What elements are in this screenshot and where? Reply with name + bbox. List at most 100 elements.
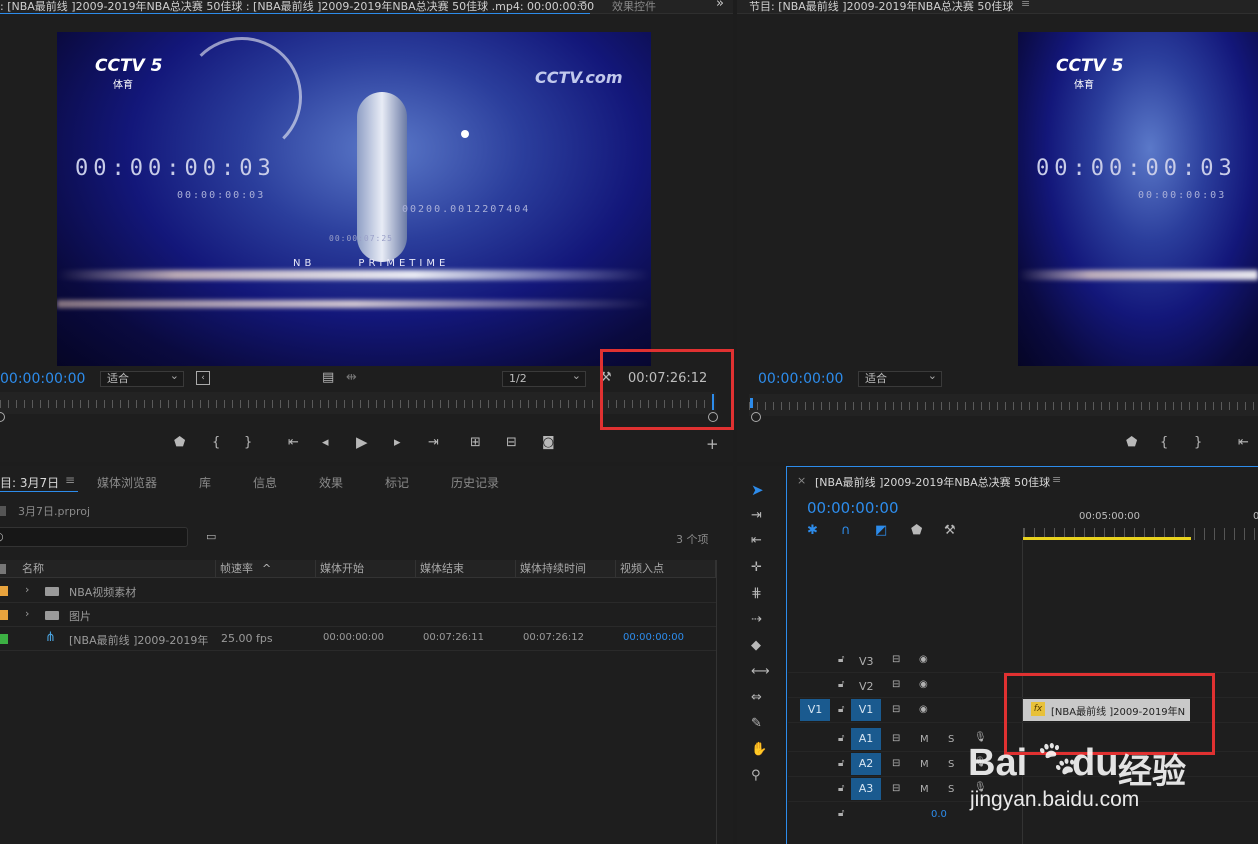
program-fit-select[interactable]: 适合	[858, 369, 942, 387]
track-select-tool-icon[interactable]: ⇥	[751, 508, 762, 524]
go-to-out-icon[interactable]: ⇥	[428, 435, 439, 451]
pen-tool-icon[interactable]: ✎	[751, 716, 762, 732]
program-timecode[interactable]: 00:00:00:00	[758, 371, 843, 387]
go-to-in-icon[interactable]: ⇤	[288, 435, 299, 451]
source-video-frame[interactable]: CCTV 5 体育 CCTV.com 00:00:00:03 00:00:00:…	[57, 32, 651, 366]
tab-effects[interactable]: 效果	[319, 474, 343, 491]
mark-in-icon[interactable]: {	[212, 435, 220, 451]
sync-lock-icon[interactable]: ⊟	[892, 758, 900, 769]
film-icon[interactable]: ▤	[322, 370, 334, 386]
add-button-icon[interactable]: +	[706, 436, 719, 452]
lock-icon[interactable]: 🔓︎	[838, 808, 844, 819]
nest-icon[interactable]: ✱	[807, 523, 818, 539]
lock-icon[interactable]: 🔓︎	[838, 704, 844, 715]
camera-icon[interactable]: ◙	[542, 435, 555, 451]
timeline-timecode[interactable]: 00:00:00:00	[807, 499, 899, 517]
timeline-menu-icon[interactable]: ≡	[1052, 473, 1061, 486]
step-back-icon[interactable]: ◂	[322, 435, 329, 451]
overwrite-icon[interactable]: ⊟	[506, 435, 517, 451]
source-patch-v1[interactable]: V1	[800, 699, 830, 721]
tab-info[interactable]: 信息	[253, 474, 277, 491]
tab-project[interactable]: 目: 3月7日	[0, 474, 59, 491]
program-monitor-tab[interactable]: 节目: [NBA最前线 ]2009-2019年NBA总决赛 50佳球	[749, 0, 1013, 14]
lock-icon[interactable]: 🔓︎	[838, 758, 844, 769]
program-time-ruler[interactable]	[749, 394, 1258, 416]
step-forward-icon[interactable]: ▸	[394, 435, 401, 451]
mic-icon[interactable]: 🎙︎	[974, 757, 987, 768]
safe-margin-icon[interactable]: ‹	[196, 371, 210, 385]
track-target-v1[interactable]: V1	[851, 699, 881, 721]
hand-tool-icon[interactable]: ✋	[751, 742, 767, 758]
resolution-select[interactable]: 1/2	[502, 369, 586, 387]
eye-icon[interactable]: ◉	[919, 704, 928, 715]
source-timecode[interactable]: 00:00:00:00	[0, 371, 85, 387]
sync-lock-icon[interactable]: ⊟	[892, 783, 900, 794]
track-master[interactable]: 🔓︎ 0.0	[788, 803, 1258, 827]
marker-icon[interactable]: ⬟	[174, 435, 185, 451]
tab-library[interactable]: 库	[199, 474, 211, 491]
solo-button[interactable]: S	[948, 784, 954, 795]
sync-lock-icon[interactable]: ⊟	[892, 654, 900, 665]
mic-icon[interactable]: 🎙︎	[974, 782, 987, 793]
zoom-handle-left[interactable]	[0, 412, 5, 422]
sort-icon[interactable]: ^	[262, 562, 271, 575]
master-volume[interactable]: 0.0	[931, 809, 947, 820]
program-monitor-menu-icon[interactable]: ≡	[1021, 0, 1030, 10]
source-monitor-menu-icon[interactable]: ≡	[578, 0, 587, 10]
tab-effect-controls[interactable]: 效果控件	[612, 0, 656, 14]
column-media-start[interactable]: 媒体开始	[316, 560, 416, 578]
remix-tool-icon[interactable]: ⇢	[751, 612, 762, 628]
column-media-duration[interactable]: 媒体持续时间	[516, 560, 616, 578]
track-a3[interactable]: 🔓︎ A3 ⊟ M S 🎙︎	[788, 778, 1258, 802]
solo-button[interactable]: S	[948, 759, 954, 770]
insert-icon[interactable]: ⊞	[470, 435, 481, 451]
marker-icon[interactable]: ⬟	[1126, 435, 1137, 451]
sync-lock-icon[interactable]: ⊟	[892, 704, 900, 715]
play-icon[interactable]: ▶	[356, 434, 368, 450]
linked-selection-icon[interactable]: ◩	[875, 523, 887, 539]
mic-icon[interactable]: 🎙︎	[974, 732, 987, 743]
selection-tool-icon[interactable]: ➤	[751, 482, 764, 498]
rolling-edit-tool-icon[interactable]: ✛	[751, 560, 762, 576]
slip-tool-icon[interactable]: ⟷	[751, 664, 770, 680]
expand-icon[interactable]: ›	[25, 607, 29, 620]
tab-history[interactable]: 历史记录	[451, 474, 499, 491]
mark-out-icon[interactable]: }	[1194, 435, 1202, 451]
mute-button[interactable]: M	[920, 734, 929, 745]
lock-icon[interactable]: 🔓︎	[838, 733, 844, 744]
list-item[interactable]: › NBA视频素材	[0, 579, 716, 603]
razor-tool-icon[interactable]: ◆	[751, 638, 761, 654]
expand-icon[interactable]: ›	[25, 583, 29, 596]
eye-icon[interactable]: ◉	[919, 679, 928, 690]
source-monitor-tab[interactable]: : [NBA最前线 ]2009-2019年NBA总决赛 50佳球 : [NBA最…	[0, 0, 594, 14]
column-media-end[interactable]: 媒体结束	[416, 560, 516, 578]
rate-stretch-tool-icon[interactable]: ⋕	[751, 586, 762, 602]
ripple-edit-tool-icon[interactable]: ⇤	[751, 533, 762, 549]
lock-icon[interactable]: 🔓︎	[838, 654, 844, 665]
work-area-bar[interactable]	[1023, 537, 1191, 540]
tab-markers[interactable]: 标记	[385, 474, 409, 491]
program-playhead[interactable]	[750, 398, 753, 408]
zoom-tool-icon[interactable]: ⚲	[751, 768, 761, 784]
overflow-icon[interactable]: »	[716, 0, 724, 11]
project-menu-icon[interactable]: ≡	[65, 473, 75, 487]
mark-out-icon[interactable]: }	[244, 435, 252, 451]
mark-in-icon[interactable]: {	[1160, 435, 1168, 451]
add-marker-icon[interactable]: ⬟	[911, 523, 922, 539]
go-to-in-icon[interactable]: ⇤	[1238, 435, 1249, 451]
lock-icon[interactable]: 🔓︎	[838, 783, 844, 794]
audio-waveform-icon[interactable]: ⇹	[346, 370, 357, 386]
sync-lock-icon[interactable]: ⊟	[892, 733, 900, 744]
timeline-settings-icon[interactable]: ⚒	[944, 523, 956, 539]
column-video-in[interactable]: 视频入点	[616, 560, 716, 578]
program-video-frame[interactable]: CCTV 5 体育 00:00:00:03 00:00:00:03	[1018, 32, 1258, 366]
slide-tool-icon[interactable]: ⇔	[751, 690, 762, 706]
snap-icon[interactable]: ∩	[841, 523, 851, 539]
tab-media-browser[interactable]: 媒体浏览器	[97, 474, 157, 491]
track-a2[interactable]: 🔓︎ A2 ⊟ M S 🎙︎	[788, 753, 1258, 777]
mute-button[interactable]: M	[920, 759, 929, 770]
eye-icon[interactable]: ◉	[919, 654, 928, 665]
track-target-a3[interactable]: A3	[851, 778, 881, 800]
lock-icon[interactable]: 🔓︎	[838, 679, 844, 690]
timeline-tab[interactable]: [NBA最前线 ]2009-2019年NBA总决赛 50佳球	[815, 474, 1050, 490]
